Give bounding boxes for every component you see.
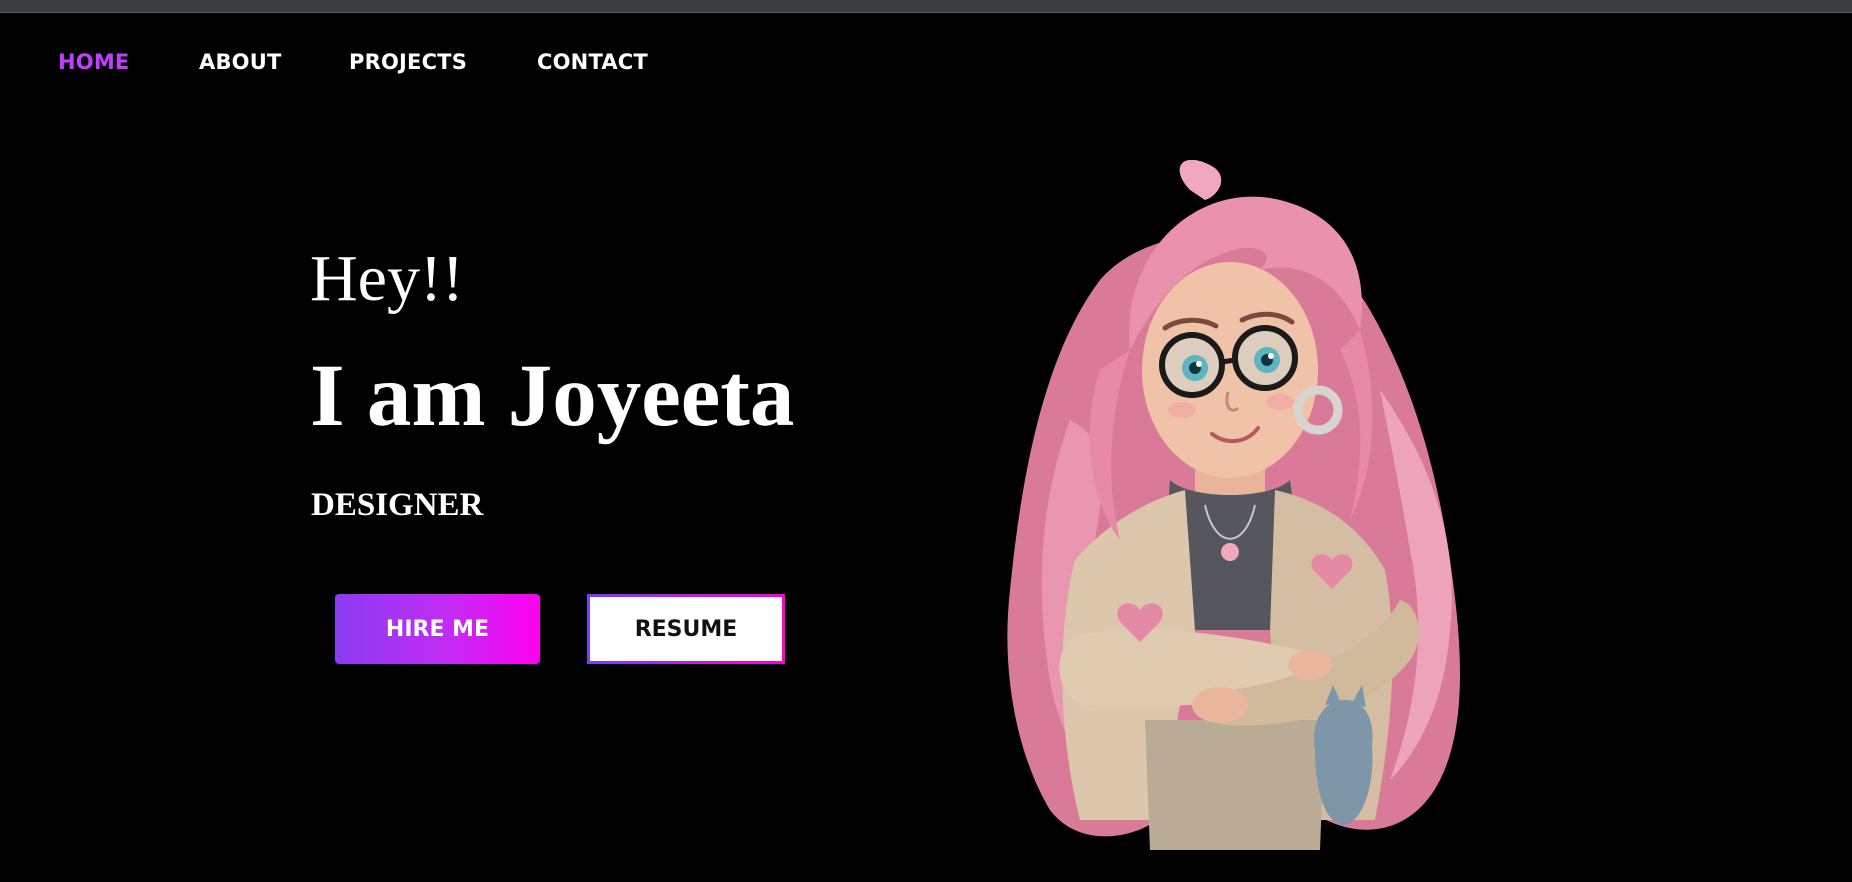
portrait-illustration (1007, 160, 1460, 850)
hero-role: DESIGNER (311, 487, 484, 523)
nav-projects-link[interactable]: PROJECTS (349, 50, 467, 74)
necklace-pendant (1221, 543, 1239, 561)
hire-me-button[interactable]: HIRE ME (335, 594, 540, 664)
browser-top-strip (0, 0, 1852, 13)
nav-home-link[interactable]: HOME (58, 50, 129, 74)
hair-top-curl (1179, 160, 1222, 200)
nav-about-link[interactable]: ABOUT (199, 50, 282, 74)
hero-name: I am Joyeeta (310, 347, 795, 445)
glasses-bridge (1221, 357, 1236, 365)
resume-button[interactable]: RESUME (587, 594, 785, 664)
main-nav: HOME ABOUT PROJECTS CONTACT (0, 13, 1852, 113)
nav-contact-link[interactable]: CONTACT (537, 50, 648, 74)
pants (1145, 720, 1325, 850)
hand-left (1288, 650, 1332, 680)
hand-right (1192, 687, 1248, 723)
hero-greeting: Hey!! (310, 242, 464, 315)
